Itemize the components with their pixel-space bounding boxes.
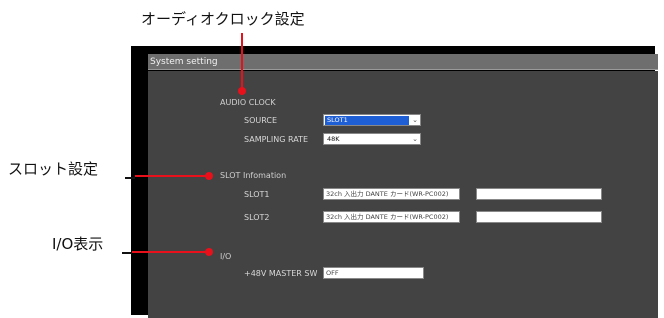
callout-io: I/O表示 [52, 235, 104, 253]
slot-info-header: SLOT Infomation [220, 171, 287, 180]
chevron-down-icon: ⌄ [412, 135, 418, 143]
settings-panel: AUDIO CLOCK SOURCE SLOT1 ⌄ SAMPLING RATE… [148, 71, 658, 318]
source-selected-value: SLOT1 [325, 116, 409, 125]
source-label: SOURCE [244, 116, 278, 125]
callout-audio-clock-line [241, 33, 243, 91]
audio-clock-header: AUDIO CLOCK [220, 98, 276, 107]
callout-audio-clock: オーディオクロック設定 [141, 10, 305, 28]
slot-marker-icon [205, 172, 213, 180]
window-title: System setting [148, 54, 658, 70]
sampling-rate-label: SAMPLING RATE [244, 135, 308, 144]
callout-slot-line [135, 175, 208, 177]
callout-slot-underline [125, 177, 135, 179]
sampling-rate-select[interactable]: 48K ⌄ [323, 133, 421, 145]
system-setting-window: System setting AUDIO CLOCK SOURCE SLOT1 … [131, 46, 658, 318]
slot2-card-field: 32ch 入出力 DANTE カード(WR-PC002) [323, 211, 460, 223]
slot1-label: SLOT1 [244, 190, 270, 199]
slot1-extra-field [476, 188, 602, 200]
callout-io-underline [122, 252, 132, 254]
sampling-rate-selected-value: 48K [327, 135, 340, 143]
callout-slot: スロット設定 [8, 160, 99, 178]
slot1-card-field: 32ch 入出力 DANTE カード(WR-PC002) [323, 188, 460, 200]
io-marker-icon [205, 248, 213, 256]
audio-clock-marker-icon [238, 87, 246, 95]
phantom-master-field: OFF [323, 267, 424, 279]
chevron-down-icon: ⌄ [412, 116, 418, 124]
slot2-label: SLOT2 [244, 213, 270, 222]
callout-io-line [132, 251, 208, 253]
slot2-extra-field [476, 211, 602, 223]
source-select[interactable]: SLOT1 ⌄ [323, 114, 421, 126]
io-header: I/O [220, 252, 232, 261]
phantom-master-label: +48V MASTER SW [244, 269, 318, 278]
